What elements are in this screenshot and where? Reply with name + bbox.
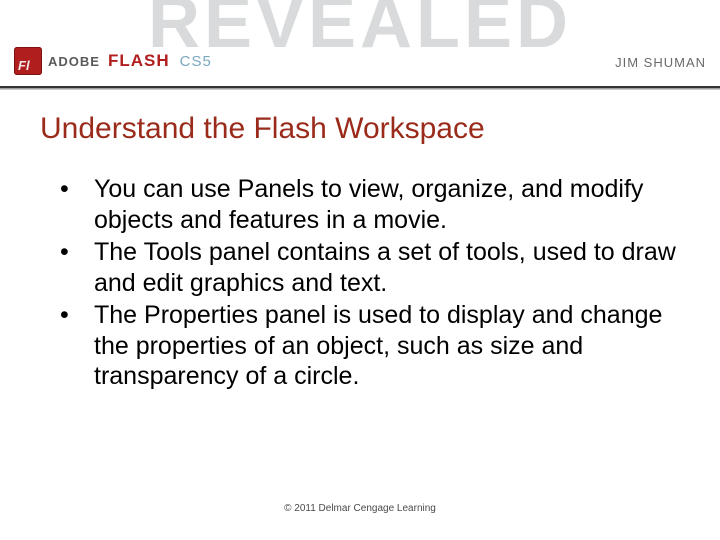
- slide-content: Understand the Flash Workspace You can u…: [40, 112, 680, 394]
- bullet-list: You can use Panels to view, organize, an…: [40, 174, 680, 392]
- brand-adobe-label: ADOBE: [48, 54, 100, 69]
- slide-title: Understand the Flash Workspace: [40, 112, 680, 146]
- list-item: The Properties panel is used to display …: [60, 300, 680, 392]
- slide-footer: © 2011 Delmar Cengage Learning: [0, 503, 720, 514]
- list-item: You can use Panels to view, organize, an…: [60, 174, 680, 235]
- brand-version-label: CS5: [180, 53, 212, 70]
- list-item: The Tools panel contains a set of tools,…: [60, 237, 680, 298]
- flash-logo-icon: [14, 47, 42, 75]
- author-label: JIM SHUMAN: [615, 55, 706, 70]
- header-separator: [0, 86, 720, 90]
- brand-product-label: FLASH: [108, 51, 170, 71]
- brand-row: ADOBE FLASH CS5: [14, 47, 212, 75]
- slide-header: REVEALED ADOBE FLASH CS5 JIM SHUMAN: [0, 0, 720, 92]
